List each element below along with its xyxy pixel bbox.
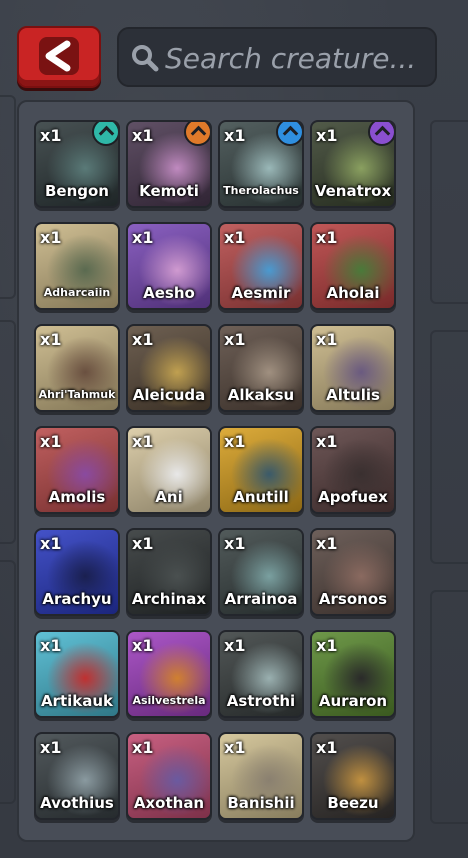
creature-quantity: x1	[316, 534, 338, 553]
creature-name: Auraron	[318, 692, 388, 710]
creature-card[interactable]: x1 Bengon	[34, 120, 120, 208]
creature-card[interactable]: x1 Arachyu	[34, 528, 120, 616]
creature-quantity: x1	[224, 432, 246, 451]
creature-name: Aesho	[143, 284, 195, 302]
creature-name: Arsonos	[318, 590, 388, 608]
creature-name: Kemoti	[139, 182, 199, 200]
creature-card[interactable]: x1 Aesmir	[218, 222, 304, 310]
search-icon	[132, 45, 159, 72]
creature-card[interactable]: x1 Kemoti	[126, 120, 212, 208]
creature-name: Ani	[155, 488, 183, 506]
creature-card[interactable]: x1 Beezu	[310, 732, 396, 820]
creature-card[interactable]: x1 Anutill	[218, 426, 304, 514]
creature-name: Beezu	[327, 794, 379, 812]
creature-card[interactable]: x1 Amolis	[34, 426, 120, 514]
creature-name: Alkaksu	[227, 386, 295, 404]
creature-quantity: x1	[40, 636, 62, 655]
back-arrow-icon	[39, 37, 79, 75]
wall-brick	[0, 560, 16, 804]
creature-name: Bengon	[44, 182, 109, 200]
creature-quantity: x1	[40, 228, 62, 247]
creature-name: Aesmir	[231, 284, 291, 302]
creature-name: Venatrox	[314, 182, 392, 200]
creature-quantity: x1	[132, 432, 154, 451]
creature-name: Aleicuda	[132, 386, 206, 404]
creature-grid: x1 Bengon x1 Kemoti x1 Therolachus x1 Venatrox x…	[34, 120, 400, 820]
creature-name: Therolachus	[223, 184, 299, 197]
creature-quantity: x1	[132, 126, 154, 145]
creature-card[interactable]: x1 Astrothi	[218, 630, 304, 718]
creature-quantity: x1	[224, 126, 246, 145]
creature-card[interactable]: x1 Arrainoa	[218, 528, 304, 616]
creature-name: Arrainoa	[224, 590, 298, 608]
creature-name: Amolis	[48, 488, 106, 506]
creature-name: Asilvestrela	[132, 694, 206, 707]
creature-quantity: x1	[132, 534, 154, 553]
creature-panel: x1 Bengon x1 Kemoti x1 Therolachus x1 Venatrox x…	[17, 100, 415, 842]
creature-name: Ahri'Tahmuk	[38, 388, 116, 401]
creature-card[interactable]: x1 Auraron	[310, 630, 396, 718]
back-button[interactable]	[17, 26, 101, 88]
creature-quantity: x1	[316, 228, 338, 247]
creature-name: Banishii	[227, 794, 295, 812]
creature-card[interactable]: x1 Adharcaiin	[34, 222, 120, 310]
creature-card[interactable]: x1 Archinax	[126, 528, 212, 616]
creature-name: Anutill	[233, 488, 289, 506]
search-input[interactable]	[163, 37, 427, 79]
creature-card[interactable]: x1 Aesho	[126, 222, 212, 310]
creature-quantity: x1	[316, 432, 338, 451]
creature-card[interactable]: x1 Artikauk	[34, 630, 120, 718]
creature-quantity: x1	[316, 330, 338, 349]
creature-quantity: x1	[224, 228, 246, 247]
creature-name: Adharcaiin	[43, 286, 111, 299]
creature-quantity: x1	[40, 126, 62, 145]
creature-quantity: x1	[224, 330, 246, 349]
creature-name: Archinax	[131, 590, 207, 608]
creature-card[interactable]: x1 Aholai	[310, 222, 396, 310]
creature-card[interactable]: x1 Ani	[126, 426, 212, 514]
creature-card[interactable]: x1 Arsonos	[310, 528, 396, 616]
wall-brick	[0, 320, 16, 544]
creature-quantity: x1	[132, 636, 154, 655]
creature-card[interactable]: x1 Axothan	[126, 732, 212, 820]
creature-name: Avothius	[40, 794, 114, 812]
creature-card[interactable]: x1 Venatrox	[310, 120, 396, 208]
creature-name: Apofuex	[318, 488, 388, 506]
creature-quantity: x1	[132, 228, 154, 247]
creature-card[interactable]: x1 Avothius	[34, 732, 120, 820]
wall-brick	[430, 330, 468, 564]
creature-card[interactable]: x1 Aleicuda	[126, 324, 212, 412]
wall-brick	[430, 590, 468, 824]
creature-name: Astrothi	[226, 692, 296, 710]
wall-brick	[430, 120, 468, 304]
creature-quantity: x1	[132, 330, 154, 349]
creature-card[interactable]: x1 Therolachus	[218, 120, 304, 208]
creature-quantity: x1	[40, 534, 62, 553]
creature-card[interactable]: x1 Altulis	[310, 324, 396, 412]
creature-quantity: x1	[40, 330, 62, 349]
creature-card[interactable]: x1 Asilvestrela	[126, 630, 212, 718]
creature-quantity: x1	[132, 738, 154, 757]
creature-quantity: x1	[316, 738, 338, 757]
creature-quantity: x1	[224, 636, 246, 655]
creature-quantity: x1	[40, 432, 62, 451]
wall-brick	[0, 95, 16, 299]
creature-card[interactable]: x1 Apofuex	[310, 426, 396, 514]
creature-quantity: x1	[316, 126, 338, 145]
creature-quantity: x1	[224, 738, 246, 757]
creature-name: Arachyu	[42, 590, 112, 608]
creature-quantity: x1	[40, 738, 62, 757]
creature-name: Altulis	[326, 386, 380, 404]
creature-quantity: x1	[224, 534, 246, 553]
search-bar[interactable]	[117, 27, 437, 87]
creature-name: Artikauk	[40, 692, 114, 710]
creature-quantity: x1	[316, 636, 338, 655]
creature-card[interactable]: x1 Banishii	[218, 732, 304, 820]
creature-name: Aholai	[326, 284, 380, 302]
creature-card[interactable]: x1 Ahri'Tahmuk	[34, 324, 120, 412]
creature-name: Axothan	[133, 794, 205, 812]
creature-card[interactable]: x1 Alkaksu	[218, 324, 304, 412]
